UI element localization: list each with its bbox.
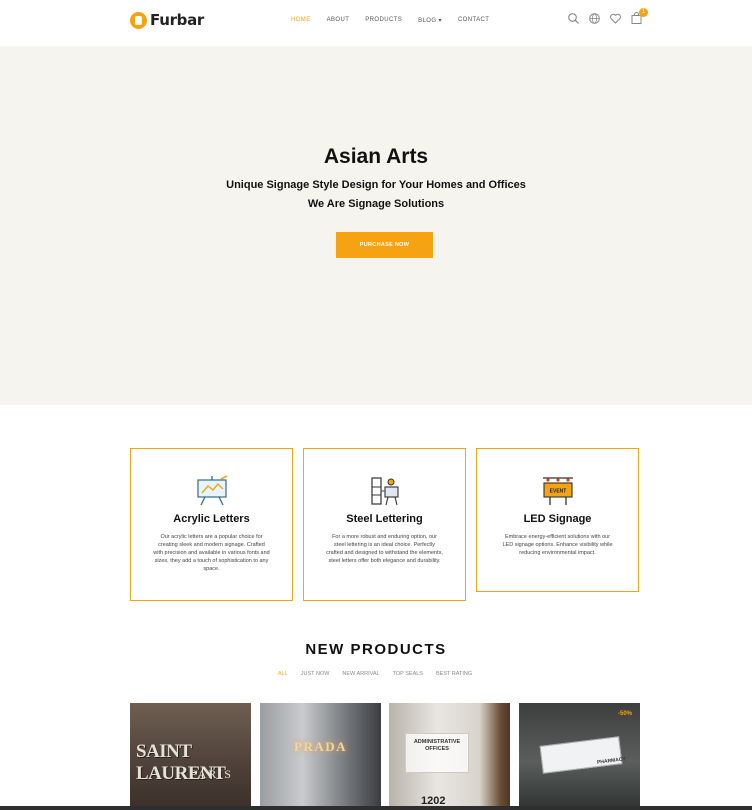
filter-new-arrival[interactable]: NEW ARRIVAL bbox=[342, 671, 379, 677]
feature-card-acrylic: Acrylic Letters Our acrylic letters are … bbox=[130, 448, 293, 601]
product-image-subtext: PARIS bbox=[190, 767, 233, 781]
feature-title: LED Signage bbox=[523, 513, 592, 525]
product-card-office-plate[interactable]: ADMINISTRATIVE OFFICES 1202 bbox=[389, 703, 510, 810]
nav-blog[interactable]: BLOG ▾ bbox=[418, 17, 442, 24]
nav-home[interactable]: HOME bbox=[291, 17, 311, 24]
product-card-saint-laurent[interactable]: SAINT LAURENT PARIS bbox=[130, 703, 251, 810]
product-image-text: ADMINISTRATIVE OFFICES bbox=[413, 739, 461, 752]
filter-best-rating[interactable]: BEST RATING bbox=[436, 671, 472, 677]
cart-count-badge: 1 bbox=[639, 8, 648, 17]
event-icon-label: EVENT bbox=[550, 489, 567, 495]
bottom-scroll-bar bbox=[0, 806, 752, 810]
product-image-text: PRADA bbox=[294, 739, 347, 754]
chevron-down-icon: ▾ bbox=[438, 18, 442, 24]
feature-description: Our acrylic letters are a popular choice… bbox=[153, 534, 270, 572]
feature-description: Embrace energy-efficient solutions with … bbox=[502, 534, 613, 556]
hero-banner: Asian Arts Unique Signage Style Design f… bbox=[0, 46, 752, 405]
product-filter-tabs: ALL JUST NOW NEW ARRIVAL TOP SEALS BEST … bbox=[278, 671, 472, 677]
site-header: Furbar HOME ABOUT PRODUCTS BLOG ▾ CONTAC… bbox=[0, 0, 752, 46]
hero-subtitle: Unique Signage Style Design for Your Hom… bbox=[226, 179, 526, 191]
easel-icon bbox=[195, 475, 229, 507]
cart-icon[interactable]: 1 bbox=[630, 8, 648, 25]
purchase-now-button[interactable]: PURCHASE NOW bbox=[336, 232, 433, 258]
event-board-icon: EVENT bbox=[541, 475, 575, 507]
header-tools: 1 bbox=[567, 8, 648, 25]
nav-products[interactable]: PRODUCTS bbox=[365, 17, 402, 24]
hanging-sign bbox=[539, 736, 623, 774]
new-products-title: NEW PRODUCTS bbox=[305, 641, 447, 658]
feature-card-led: EVENT LED Signage Embrace energy-efficie… bbox=[476, 448, 639, 592]
feature-title: Acrylic Letters bbox=[173, 513, 250, 525]
nav-blog-label: BLOG bbox=[418, 18, 437, 24]
discount-badge: -50% bbox=[617, 711, 632, 717]
steel-letters-icon bbox=[368, 475, 402, 507]
feature-card-steel: Steel Lettering For a more robust and en… bbox=[303, 448, 466, 601]
search-icon[interactable] bbox=[567, 12, 580, 25]
feature-title: Steel Lettering bbox=[346, 513, 423, 525]
logo-icon bbox=[130, 11, 147, 29]
logo-text: Furbar bbox=[150, 11, 205, 29]
feature-description: For a more robust and enduring option, o… bbox=[326, 534, 443, 564]
hero-tagline: We Are Signage Solutions bbox=[307, 198, 445, 210]
globe-icon[interactable] bbox=[588, 12, 601, 25]
product-card-pharmacy-sign[interactable]: PHARMACY -50% bbox=[519, 703, 640, 810]
nav-contact[interactable]: CONTACT bbox=[458, 17, 489, 24]
heart-icon[interactable] bbox=[609, 12, 622, 25]
filter-just-now[interactable]: JUST NOW bbox=[301, 671, 330, 677]
nav-about[interactable]: ABOUT bbox=[327, 17, 350, 24]
product-card-prada[interactable]: PRADA bbox=[260, 703, 381, 810]
logo[interactable]: Furbar bbox=[130, 11, 204, 29]
filter-all[interactable]: ALL bbox=[278, 671, 288, 677]
hero-title: Asian Arts bbox=[323, 145, 429, 168]
filter-top-seals[interactable]: TOP SEALS bbox=[393, 671, 423, 677]
main-nav: HOME ABOUT PRODUCTS BLOG ▾ CONTACT bbox=[291, 17, 489, 24]
